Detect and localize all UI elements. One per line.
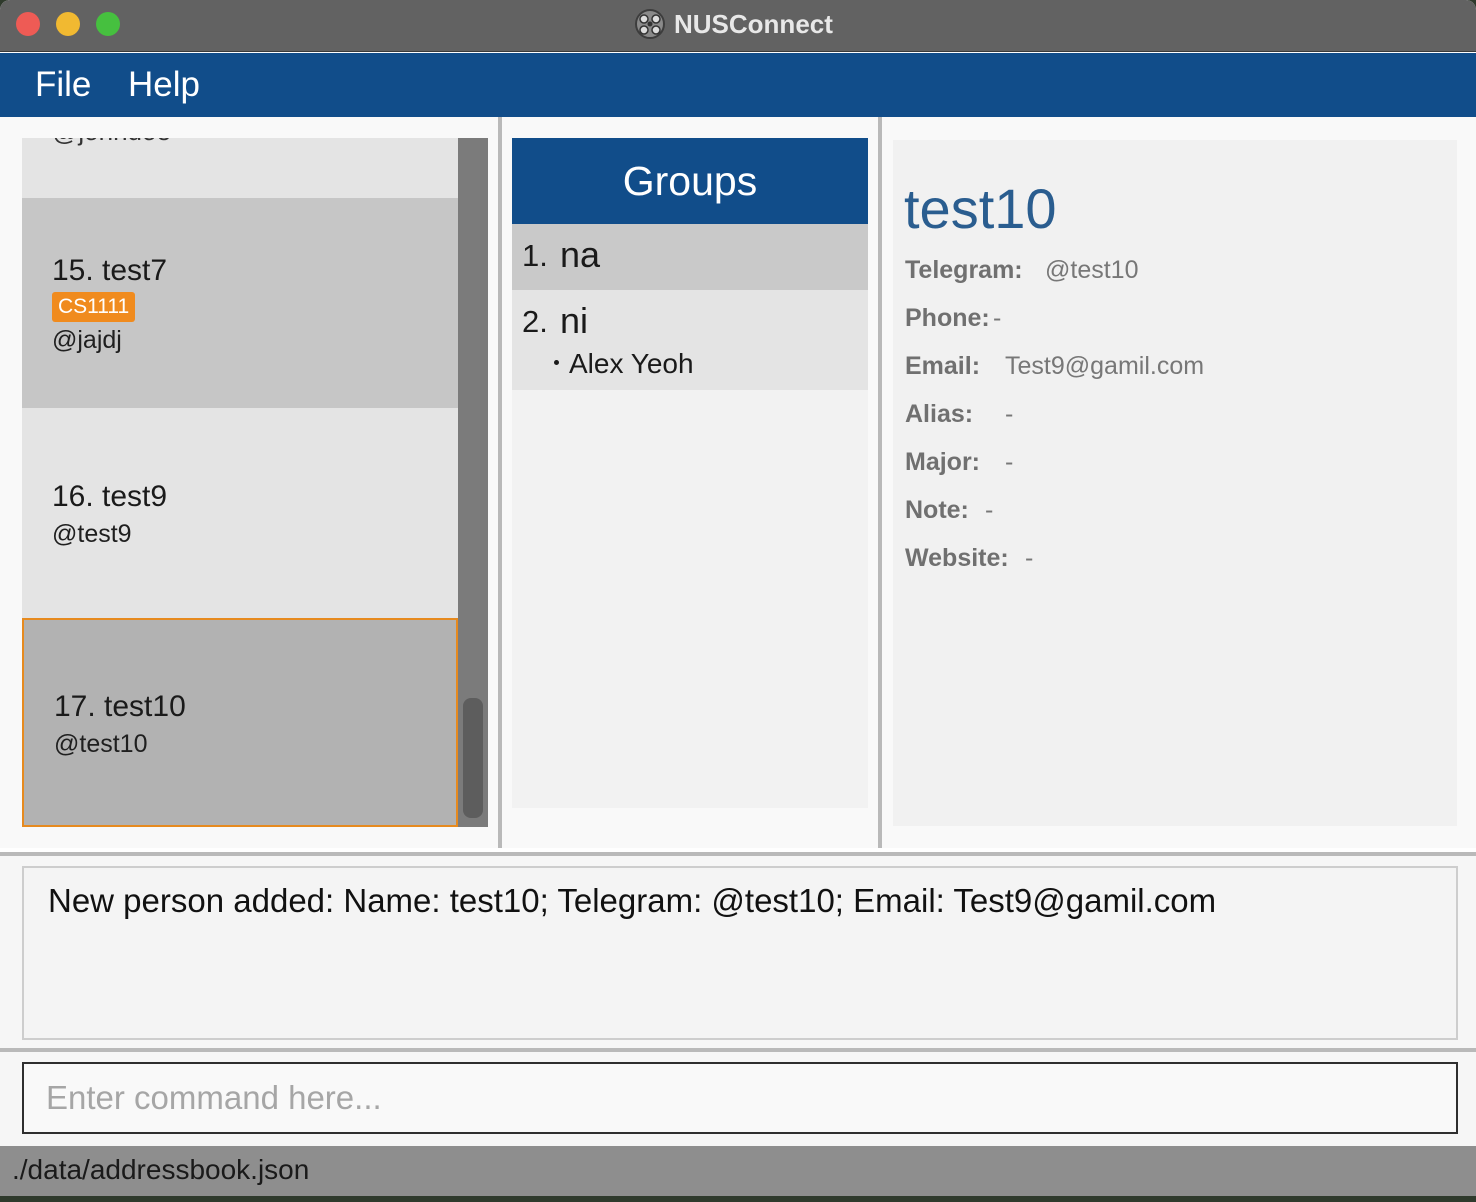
person-list[interactable]: @johndoe 15. test7 CS1111 @jajdj 16. tes… xyxy=(22,138,488,827)
person-card[interactable]: 15. test7 CS1111 @jajdj xyxy=(22,198,458,408)
menu-bar: File Help xyxy=(0,53,1476,117)
minimize-window-button[interactable] xyxy=(56,12,80,36)
person-handle: @test9 xyxy=(52,520,132,548)
field-label: Website: xyxy=(905,544,1009,572)
app-window: NUSConnect File Help @johndoe 15. test7 … xyxy=(0,0,1476,1196)
group-name: na xyxy=(560,234,601,275)
person-name: 15. test7 xyxy=(52,254,168,287)
field-label: Phone: xyxy=(905,304,990,332)
group-member: Alex Yeoh xyxy=(554,348,694,380)
nusconnect-logo-icon xyxy=(635,9,665,39)
detail-field-alias: Alias: - xyxy=(905,398,1013,430)
group-index: 1. xyxy=(522,238,548,273)
menu-help[interactable]: Help xyxy=(124,63,204,107)
main-content: @johndoe 15. test7 CS1111 @jajdj 16. tes… xyxy=(0,117,1476,848)
group-member-name: Alex Yeoh xyxy=(569,348,694,379)
field-value: - xyxy=(1025,544,1034,572)
command-box-pane xyxy=(0,1048,1476,1146)
person-name: 17. test10 xyxy=(54,690,186,723)
person-card-partial[interactable]: @johndoe xyxy=(22,138,458,198)
field-label: Note: xyxy=(905,496,969,524)
detail-field-website: Website: - xyxy=(905,542,1033,574)
person-handle: @test10 xyxy=(54,730,148,758)
window-title: NUSConnect xyxy=(674,9,833,39)
result-display[interactable]: New person added: Name: test10; Telegram… xyxy=(22,866,1458,1040)
person-detail: test10 Telegram: @test10 Phone: - Email:… xyxy=(893,140,1457,826)
group-index: 2. xyxy=(522,304,548,339)
menu-file[interactable]: File xyxy=(31,63,95,107)
person-name: 16. test9 xyxy=(52,480,168,513)
person-tag: CS1111 xyxy=(52,292,136,322)
group-list[interactable]: Groups 1. na 2. ni Alex Yeoh xyxy=(512,138,868,808)
groups-header: Groups xyxy=(512,138,868,224)
detail-field-phone: Phone: - xyxy=(905,302,1001,334)
detail-field-email: Email: Test9@gamil.com xyxy=(905,350,1204,382)
detail-field-telegram: Telegram: @test10 xyxy=(905,254,1138,286)
group-name: ni xyxy=(560,300,589,341)
person-handle: @johndoe xyxy=(52,138,171,147)
detail-name: test10 xyxy=(904,177,1057,240)
detail-field-major: Major: - xyxy=(905,446,1013,478)
result-message: New person added: Name: test10; Telegram… xyxy=(48,882,1217,919)
title-bar: NUSConnect xyxy=(0,0,1476,52)
save-location: ./data/addressbook.json xyxy=(12,1154,310,1185)
group-item[interactable]: 1. na xyxy=(512,224,868,290)
person-list-pane: @johndoe 15. test7 CS1111 @jajdj 16. tes… xyxy=(0,117,498,848)
detail-field-note: Note: - xyxy=(905,494,993,526)
field-label: Alias: xyxy=(905,400,974,428)
field-value: - xyxy=(985,496,994,524)
field-label: Telegram: xyxy=(905,256,1023,284)
bullet-icon xyxy=(554,360,559,366)
status-bar: ./data/addressbook.json xyxy=(0,1146,1476,1196)
field-label: Major: xyxy=(905,448,980,476)
field-value: - xyxy=(1005,400,1014,428)
field-value: @test10 xyxy=(1045,256,1139,284)
person-card-selected[interactable]: 17. test10 @test10 xyxy=(22,618,458,827)
command-input[interactable] xyxy=(22,1062,1458,1134)
groups-pane: Groups 1. na 2. ni Alex Yeoh xyxy=(502,117,878,848)
person-detail-pane: test10 Telegram: @test10 Phone: - Email:… xyxy=(882,117,1476,848)
field-value: Test9@gamil.com xyxy=(1005,352,1205,380)
group-item[interactable]: 2. ni Alex Yeoh xyxy=(512,290,868,390)
field-label: Email: xyxy=(905,352,981,380)
person-card[interactable]: 16. test9 @test9 xyxy=(22,408,458,618)
field-value: - xyxy=(1005,448,1014,476)
result-display-pane: New person added: Name: test10; Telegram… xyxy=(0,852,1476,1048)
close-window-button[interactable] xyxy=(16,12,40,36)
maximize-window-button[interactable] xyxy=(96,12,120,36)
field-value: - xyxy=(993,304,1002,332)
person-list-scroll-thumb[interactable] xyxy=(463,698,483,818)
person-handle: @jajdj xyxy=(52,326,122,354)
